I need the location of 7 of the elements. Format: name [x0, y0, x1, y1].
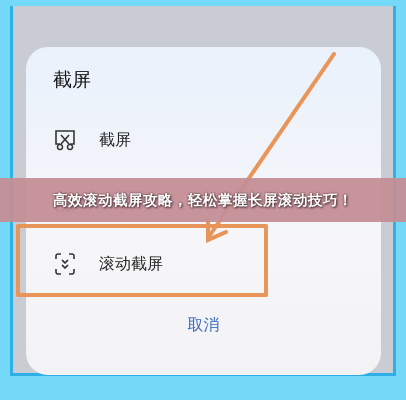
option-label[interactable]: 滚动截屏 — [99, 254, 163, 274]
cancel-button[interactable]: 取消 — [180, 312, 228, 338]
scroll-capture-icon — [54, 252, 76, 276]
dialog-title: 截屏 — [53, 68, 91, 93]
option-label[interactable]: 截屏 — [99, 130, 131, 150]
scissors-icon — [54, 128, 76, 152]
banner-text: 高效滚动截屏攻略，轻松掌握长屏滚动技巧！ — [53, 192, 353, 210]
